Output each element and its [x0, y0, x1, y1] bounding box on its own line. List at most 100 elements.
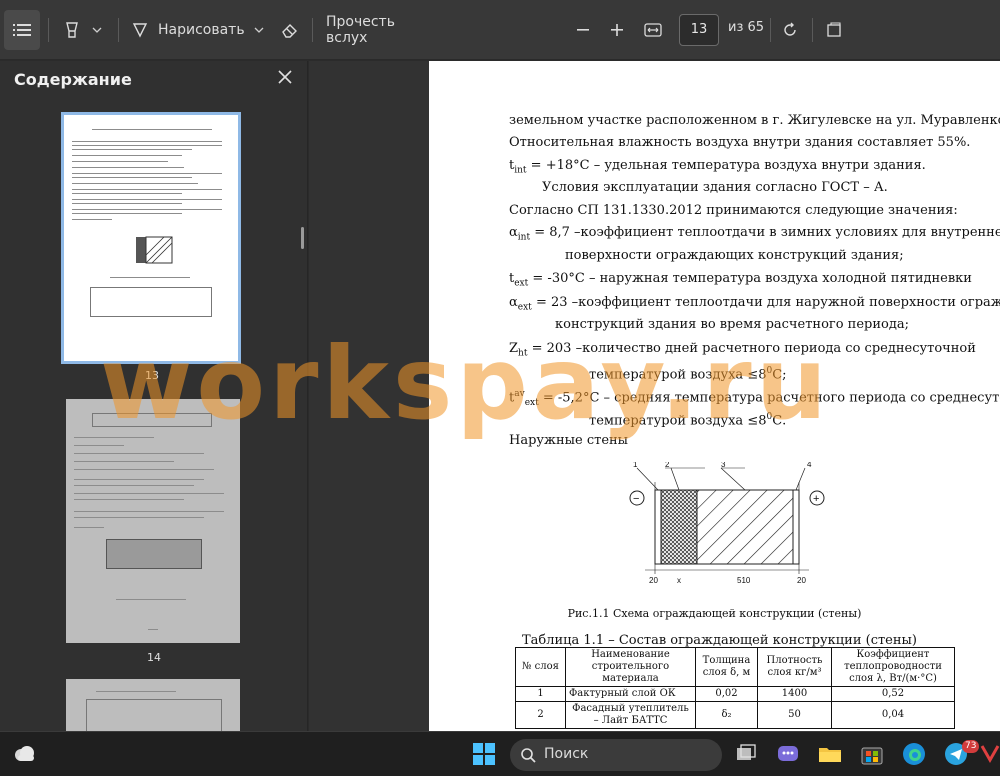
doc-text: температурой воздуха ≤8	[589, 413, 767, 429]
task-view-icon	[737, 744, 756, 760]
contents-toggle-button[interactable]	[4, 10, 40, 50]
read-aloud-label: Прочесть вслух	[326, 14, 395, 46]
store-icon	[861, 747, 883, 765]
zoom-out-button[interactable]	[572, 10, 594, 50]
doc-line: Zht = 203 –количество дней расчетного пе…	[509, 341, 976, 359]
table-header: Наименование строительного материала	[565, 647, 696, 687]
doc-text: = -30°С – наружная температура воздуха х…	[532, 271, 972, 286]
table-cell: 2	[515, 701, 566, 729]
taskbar: Поиск	[0, 731, 1000, 776]
fit-width-button[interactable]	[640, 10, 666, 50]
table-row: 1 Фактурный слой ОК 0,02 1400 0,52	[515, 686, 955, 702]
table-cell: δ₂	[695, 701, 758, 729]
document-page: земельном участке расположенном в г. Жиг…	[429, 61, 1000, 731]
doc-text: = 203 –количество дней расчетного период…	[531, 341, 976, 356]
dimension-label: x	[677, 576, 681, 585]
doc-line: Согласно СП 131.1330.2012 принимаются сл…	[509, 203, 958, 218]
doc-text: температурой воздуха ≤8	[589, 367, 767, 383]
table-header: № слоя	[515, 647, 566, 687]
doc-line: поверхности ограждающих конструкций здан…	[565, 248, 904, 263]
toolbar-divider	[812, 18, 813, 42]
page-number-input[interactable]: 13	[679, 14, 719, 46]
notification-badge: 73	[962, 740, 980, 753]
doc-line: земельном участке расположенном в г. Жиг…	[509, 113, 1000, 128]
chevron-down-icon	[254, 27, 264, 33]
draw-dropdown[interactable]	[250, 10, 268, 50]
page-total-label: из 65	[728, 20, 765, 35]
doc-line: температурой воздуха ≤80С.	[589, 412, 787, 429]
toolbar-divider	[312, 18, 313, 42]
thumbnail-figure	[136, 236, 173, 264]
highlighter-icon	[66, 22, 78, 38]
highlight-dropdown[interactable]	[88, 10, 106, 50]
wall-diagram: 1 2 3 4 − + 20 x 510 20	[629, 462, 825, 585]
table-cell: 1400	[757, 686, 832, 702]
dimension-label: 510	[737, 576, 751, 585]
page-view-icon	[827, 22, 841, 37]
store-button[interactable]	[858, 740, 886, 768]
table-caption: Таблица 1.1 – Состав ограждающей констру…	[522, 633, 917, 648]
close-panel-button[interactable]	[274, 66, 296, 88]
fit-width-icon	[644, 23, 662, 37]
callout-label: 3	[721, 462, 726, 469]
callout-label: 4	[807, 462, 812, 469]
task-view-button[interactable]	[732, 740, 760, 768]
page-thumbnail[interactable]	[61, 112, 241, 364]
doc-text: = +18°С – удельная температура воздуха в…	[530, 158, 926, 173]
dimension-label: 20	[797, 576, 806, 585]
callout-label: 2	[665, 462, 670, 469]
eraser-button[interactable]	[278, 10, 302, 50]
folder-icon	[819, 748, 841, 762]
doc-line: конструкций здания во время расчетного п…	[555, 317, 909, 332]
table-cell: 0,02	[695, 686, 758, 702]
page-thumbnail[interactable]	[66, 399, 240, 643]
table-header: Толщина слоя δ, м	[695, 647, 758, 687]
highlight-button[interactable]	[60, 10, 84, 50]
contents-panel: Содержание 13 14	[0, 61, 308, 731]
minus-icon	[577, 29, 589, 31]
chat-app-button[interactable]	[774, 740, 802, 768]
search-icon	[521, 748, 536, 763]
table-header-row: № слоя Наименование строительного матери…	[515, 647, 955, 687]
dimension-label: 20	[649, 576, 658, 585]
zoom-in-button[interactable]	[606, 10, 628, 50]
cloud-icon	[15, 746, 34, 761]
edge-icon	[903, 743, 925, 765]
toolbar: Нарисовать Прочесть вслух 13 из 65	[0, 0, 1000, 60]
doc-text: = 8,7 –коэффициент теплоотдачи в зимних …	[534, 225, 1000, 240]
rotate-button[interactable]	[778, 10, 802, 50]
rotate-icon	[784, 22, 796, 36]
doc-line: tint = +18°С – удельная температура возд…	[509, 158, 926, 176]
doc-line: text = -30°С – наружная температура возд…	[509, 271, 972, 289]
read-aloud-button[interactable]: Прочесть вслух	[326, 10, 426, 50]
table-cell: 0,52	[831, 686, 955, 702]
search-placeholder: Поиск	[544, 746, 589, 762]
edge-browser-button[interactable]	[900, 740, 928, 768]
app-icon	[980, 745, 1000, 764]
panel-scrollbar[interactable]	[301, 227, 304, 249]
chat-icon	[778, 746, 798, 761]
table-cell: Фактурный слой ОК	[565, 686, 696, 702]
taskbar-search[interactable]: Поиск	[510, 739, 722, 771]
layer-3	[696, 489, 794, 565]
app-button[interactable]	[980, 740, 1000, 768]
file-explorer-button[interactable]	[816, 740, 844, 768]
table-row: 2 Фасадный утеплитель – Лайт БАТТС δ₂ 50…	[515, 701, 955, 729]
page-thumbnail[interactable]	[66, 679, 240, 731]
figure-caption: Рис.1.1 Схема ограждающей конструкции (с…	[567, 607, 862, 620]
doc-line: Относительная влажность воздуха внутри з…	[509, 135, 971, 150]
composition-table: № слоя Наименование строительного матери…	[515, 647, 955, 729]
plus-sign: +	[813, 493, 819, 505]
page-view-button[interactable]	[822, 10, 846, 50]
table-cell: 50	[757, 701, 832, 729]
doc-line: Наружные стены	[509, 433, 629, 448]
document-viewport[interactable]: земельном участке расположенном в г. Жиг…	[309, 61, 1000, 731]
toolbar-divider	[770, 18, 771, 42]
doc-text: = -5,2°С – средняя температура расчетног…	[542, 390, 1000, 406]
layer-2	[660, 489, 698, 565]
minus-sign: −	[633, 493, 639, 505]
weather-widget[interactable]	[10, 740, 38, 768]
thumbnail-page-number: 14	[147, 651, 161, 664]
chevron-down-icon	[92, 27, 102, 33]
start-button[interactable]	[470, 740, 498, 768]
